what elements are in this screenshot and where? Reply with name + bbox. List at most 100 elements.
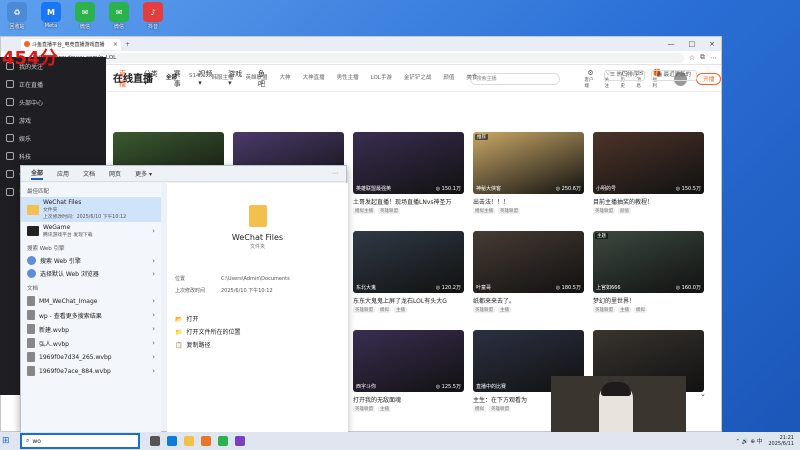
stream-title[interactable]: 打开我的无敌面魂 — [353, 395, 464, 404]
stream-card[interactable]: 西字斗你 ◎ 125.5万打开我的无敌面魂 英雄联盟 主播 — [353, 330, 464, 412]
go-live-button[interactable]: 开播 — [696, 72, 721, 85]
category-tab[interactable]: 颜值 — [443, 73, 454, 81]
app-icon[interactable] — [201, 436, 211, 446]
stream-thumbnail[interactable]: 西字斗你 ◎ 125.5万 — [353, 330, 464, 392]
stream-tag-chip[interactable]: 主播 — [394, 307, 407, 313]
stream-tag-chip[interactable]: 主播 — [498, 307, 511, 313]
stream-thumbnail[interactable]: 小明的号 ◎ 150.5万 — [593, 132, 704, 194]
extensions-icon[interactable]: ⧉ — [700, 53, 705, 62]
search-filter-tab[interactable]: 更多 ▾ — [135, 169, 152, 178]
close-window-button[interactable]: × — [709, 40, 715, 48]
category-tab[interactable]: 大神直播 — [303, 73, 325, 81]
stream-tag-chip[interactable]: 模拟主播 — [353, 208, 375, 214]
stream-tag-chip[interactable]: 英雄联盟 — [593, 208, 615, 214]
category-tab[interactable]: 男性主播 — [337, 73, 359, 81]
doc-result[interactable]: 1969f0e7d34_265.wvbp › — [21, 350, 161, 364]
windows-start-icon[interactable]: ⊞ — [2, 436, 16, 446]
minimize-button[interactable]: — — [668, 40, 675, 48]
desktop-icon[interactable]: ♻ 回收站 — [4, 2, 30, 30]
stream-tag-chip[interactable]: 主播 — [378, 406, 391, 412]
stream-thumbnail[interactable]: 主题 上官如666 ◎ 160.0万 — [593, 231, 704, 293]
doc-result[interactable]: 弘人.wvbp › — [21, 336, 161, 350]
stream-tag-chip[interactable]: 模拟 — [473, 406, 486, 412]
chevron-right-icon[interactable]: › — [152, 367, 155, 375]
category-tab[interactable]: 大神 — [280, 73, 291, 81]
sidebar-item[interactable]: 科技 — [0, 147, 106, 165]
stream-card[interactable]: 东北大鬼 ◎ 120.2万东东大鬼鬼上屏了龙石LOL有头大G 英雄联盟 模拟 主播 — [353, 231, 464, 313]
edge-icon[interactable] — [167, 436, 177, 446]
stream-card[interactable]: 小明的号 ◎ 150.5万目前主播抽奖的教程！ 英雄联盟 颜值 — [593, 132, 704, 214]
category-tab[interactable]: 英雄联盟 — [246, 73, 268, 81]
tab-close-icon[interactable]: × — [113, 41, 118, 48]
site-search-input[interactable]: 搜索主播 — [469, 72, 560, 85]
task-view-icon[interactable] — [150, 436, 160, 446]
category-tab[interactable]: 韩服主播 — [212, 73, 234, 81]
doc-result[interactable]: 1969f0e7ace_884.wvbp › — [21, 364, 161, 378]
more-options-icon[interactable]: ⋯ — [332, 170, 346, 177]
new-tab-button[interactable]: + — [125, 41, 130, 48]
stream-title[interactable]: 土哥发起直播！现场直播LNvs神圣万 — [353, 197, 464, 206]
taskbar-search-box[interactable]: ⌕ wo — [20, 433, 140, 449]
stream-tag-chip[interactable]: 模拟 — [378, 307, 391, 313]
stream-title[interactable]: 目前主播抽奖的教程！ — [593, 197, 704, 206]
chevron-right-icon[interactable]: › — [152, 297, 155, 305]
stream-card[interactable]: 推荐 神秘大侠客 ◎ 250.6万出击法！！！ 模拟主播 英雄联盟 — [473, 132, 584, 214]
chevron-right-icon[interactable]: › — [152, 270, 155, 278]
star-icon[interactable]: ☆ — [689, 54, 695, 62]
stream-tag-chip[interactable]: 英雄联盟 — [489, 406, 511, 412]
desktop-icon[interactable]: ✉ 微信 — [106, 2, 132, 30]
search-filter-tab[interactable]: 应用 — [57, 169, 69, 178]
stream-card[interactable]: 英雄联盟最强英 ◎ 150.1万土哥发起直播！现场直播LNvs神圣万 模拟主播 英雄联… — [353, 132, 464, 214]
preview-action[interactable]: 📂 打开 — [175, 313, 241, 326]
stream-card[interactable]: 主题 上官如666 ◎ 160.0万梦幻的里世界！ 英雄联盟 主播 模拟 — [593, 231, 704, 313]
stream-title[interactable]: 梦幻的里世界！ — [593, 296, 704, 305]
tray-icons[interactable]: ⌃ 🔊 ⊕ 中 — [736, 437, 763, 445]
stream-tag-chip[interactable]: 英雄联盟 — [353, 307, 375, 313]
stream-thumbnail[interactable]: 推荐 神秘大侠客 ◎ 250.6万 — [473, 132, 584, 194]
stream-thumbnail[interactable]: 英雄联盟最强英 ◎ 150.1万 — [353, 132, 464, 194]
stream-card[interactable]: 叶童哥 ◎ 180.5万纸都来来去了。 英雄联盟 主播 — [473, 231, 584, 313]
stream-tag-chip[interactable]: 模拟 — [634, 307, 647, 313]
stream-title[interactable]: 出击法！！！ — [473, 197, 584, 206]
chevron-right-icon[interactable]: › — [152, 325, 155, 333]
stream-tag-chip[interactable]: 颜值 — [618, 208, 631, 214]
desktop-icon[interactable]: ♪ 抖音 — [140, 2, 166, 30]
preview-action[interactable]: 📋 复制路径 — [175, 339, 241, 352]
stream-tag-chip[interactable]: 英雄联盟 — [593, 307, 615, 313]
stream-title[interactable]: 纸都来来去了。 — [473, 296, 584, 305]
stream-thumbnail[interactable]: 叶童哥 ◎ 180.5万 — [473, 231, 584, 293]
stream-tag-chip[interactable]: 模拟主播 — [473, 208, 495, 214]
web-result[interactable]: 选择默认 Web 浏览器 › — [21, 267, 161, 280]
desktop-icon[interactable]: M Meta — [38, 2, 64, 30]
category-tab[interactable]: S14 — [189, 73, 200, 81]
doc-result[interactable]: 新建.wvbp › — [21, 322, 161, 336]
stream-tag-chip[interactable]: 英雄联盟 — [498, 208, 520, 214]
search-filter-tab[interactable]: 网页 — [109, 169, 121, 178]
stream-tag-chip[interactable]: 主播 — [618, 307, 631, 313]
recent-sort-button[interactable]: ▦ 最近更新的 — [650, 70, 698, 81]
stream-title[interactable]: 东东大鬼鬼上屏了龙石LOL有头大G — [353, 296, 464, 305]
stream-thumbnail[interactable]: 东北大鬼 ◎ 120.2万 — [353, 231, 464, 293]
category-tab[interactable]: LOL手游 — [371, 73, 392, 81]
sidebar-item[interactable]: 娱乐 — [0, 129, 106, 147]
app2-icon[interactable] — [235, 436, 245, 446]
app-result-wegame[interactable]: WeGame 腾讯游戏平台 发现下载 › — [21, 222, 161, 240]
preview-action[interactable]: 📁 打开文件所在的位置 — [175, 326, 241, 339]
category-tab[interactable]: 金铲铲之战 — [404, 73, 432, 81]
taskbar-search-value[interactable]: wo — [32, 438, 41, 445]
stream-tag-chip[interactable]: 英雄联盟 — [473, 307, 495, 313]
url-field[interactable]: https://www.douyu.com/g_LOL — [26, 52, 684, 63]
chevron-right-icon[interactable]: › — [152, 227, 155, 235]
clock[interactable]: 21:21 2025/6/11 — [768, 435, 794, 447]
doc-result[interactable]: MM_WeChat_Image › — [21, 294, 161, 308]
maximize-button[interactable]: □ — [689, 40, 696, 48]
best-match-item[interactable]: WeChat Files 文件夹 上次修改时间：2025/6/10 下午10:1… — [21, 197, 161, 222]
menu-icon[interactable]: ⋯ — [710, 54, 717, 62]
search-filter-tab[interactable]: 全部 — [31, 168, 44, 180]
wechat-icon[interactable] — [218, 436, 228, 446]
sidebar-item[interactable]: 游戏 — [0, 111, 106, 129]
stream-tag-chip[interactable]: 英雄联盟 — [353, 406, 375, 412]
stream-tag-chip[interactable]: 英雄联盟 — [378, 208, 400, 214]
web-result[interactable]: 搜索 Web 引擎 › — [21, 254, 161, 267]
sidebar-item[interactable]: 正在直播 — [0, 75, 106, 93]
